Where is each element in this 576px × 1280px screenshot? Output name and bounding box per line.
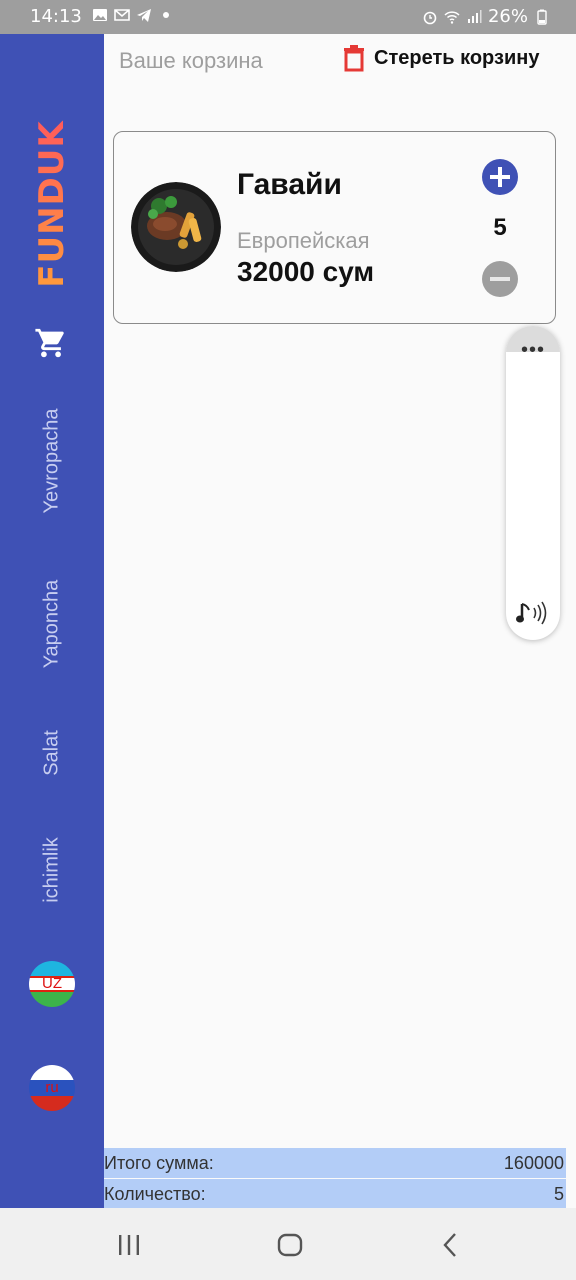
item-category: Европейская (237, 228, 370, 253)
decrease-quantity-button[interactable] (482, 261, 518, 297)
cart-icon[interactable] (34, 326, 68, 360)
quantity-row: Количество: 5 (104, 1179, 566, 1208)
mail-icon (114, 9, 130, 21)
sidebar: FUNDUK Yevropacha Yaponcha Salat ichimli… (0, 34, 104, 1208)
notification-icons (92, 7, 174, 23)
gallery-icon (93, 9, 107, 21)
alarm-icon (423, 11, 437, 24)
trash-icon (344, 45, 364, 72)
item-quantity: 5 (493, 214, 507, 241)
more-options-icon[interactable]: ••• (506, 340, 560, 360)
language-uz-button[interactable]: UZ (29, 961, 75, 1007)
cart-item-card: Гавайи Европейская 32000 сум 5 (113, 131, 556, 324)
sidebar-item-salat[interactable]: Salat (41, 730, 64, 776)
recent-apps-icon[interactable] (114, 1230, 144, 1260)
home-icon[interactable] (275, 1230, 305, 1260)
item-price: 32000 сум (237, 256, 375, 287)
food-image (131, 182, 221, 272)
sidebar-item-ichimlik[interactable]: ichimlik (41, 837, 64, 903)
sidebar-item-yevropacha[interactable]: Yevropacha (41, 409, 64, 514)
dot-icon (163, 12, 169, 18)
system-icons: 26% (422, 6, 550, 27)
language-uz-label: UZ (42, 975, 62, 992)
item-name: Гавайи (237, 168, 342, 201)
sidebar-item-yaponcha[interactable]: Yaponcha (41, 580, 64, 669)
total-sum-row: Итого сумма: 160000 (104, 1148, 566, 1178)
food-plate-image (131, 182, 221, 272)
system-nav-bar (0, 1208, 576, 1280)
sound-assistant-icon[interactable] (516, 598, 550, 628)
brand-logo: FUNDUK (32, 120, 72, 288)
increase-quantity-button[interactable] (482, 159, 518, 195)
battery-level: 26% (487, 6, 528, 27)
floating-side-panel[interactable]: ••• (506, 326, 560, 640)
total-sum-label: Итого сумма: (104, 1153, 214, 1173)
wifi-icon (444, 10, 460, 24)
clear-cart-label: Стереть корзину (374, 46, 540, 69)
telegram-icon (137, 9, 151, 22)
back-icon[interactable] (436, 1230, 466, 1260)
signal-icon (467, 9, 482, 23)
language-ru-label: ru (45, 1079, 59, 1096)
clear-cart-button[interactable]: Стереть корзину (342, 44, 539, 72)
quantity-label: Количество: (104, 1184, 206, 1204)
total-sum-value: 160000 (503, 1153, 564, 1173)
battery-icon (537, 9, 547, 25)
status-time: 14:13 (30, 6, 82, 27)
quantity-value: 5 (553, 1184, 564, 1204)
page-title: Ваше корзина (119, 48, 263, 73)
status-bar: 14:13 26% (0, 0, 576, 34)
language-ru-button[interactable]: ru (29, 1065, 75, 1111)
